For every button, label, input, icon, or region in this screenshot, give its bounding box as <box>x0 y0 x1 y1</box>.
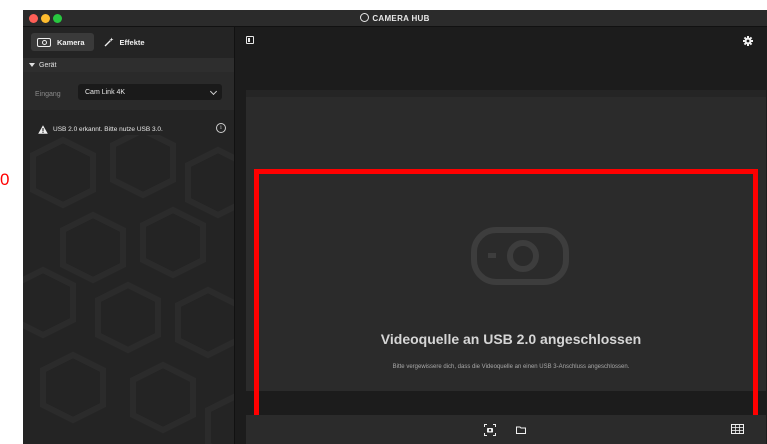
app-window: CAMERA HUB Kamera Effekte Gerät Eingang … <box>23 10 767 444</box>
tab-effekte[interactable]: Effekte <box>98 33 154 51</box>
camera-hub-logo-icon <box>360 13 370 22</box>
edge-text-fragment: 0 <box>0 170 10 189</box>
grid-icon[interactable] <box>731 424 744 434</box>
caret-down-icon <box>29 63 35 67</box>
main-area: Videoquelle an USB 2.0 angeschlossen Bit… <box>236 27 767 444</box>
warning-triangle-icon <box>38 124 48 134</box>
sidebar-toggle-icon[interactable] <box>246 36 254 44</box>
usb-warning-text: USB 2.0 erkannt. Bitte nutze USB 3.0. <box>53 125 163 133</box>
folder-icon[interactable] <box>516 426 526 434</box>
sidebar-background-pattern <box>23 135 234 444</box>
usb-warning: USB 2.0 erkannt. Bitte nutze USB 3.0. i <box>23 122 234 136</box>
section-geraet-label: Gerät <box>39 61 57 69</box>
input-source-row: Eingang Cam Link 4K <box>23 72 234 110</box>
sidebar: Kamera Effekte Gerät Eingang Cam Link 4K <box>23 27 235 444</box>
tab-effekte-label: Effekte <box>119 37 145 47</box>
sidebar-tabs: Kamera Effekte <box>31 33 154 51</box>
input-source-label: Eingang <box>35 91 61 98</box>
snapshot-icon[interactable] <box>484 424 496 436</box>
tab-kamera-label: Kamera <box>57 37 85 47</box>
tab-kamera[interactable]: Kamera <box>31 33 94 51</box>
preview-top-strip <box>246 90 766 97</box>
info-icon[interactable]: i <box>216 123 226 133</box>
camera-placeholder-icon <box>471 227 569 285</box>
title-bar: CAMERA HUB <box>23 10 767 27</box>
highlight-frame: Videoquelle an USB 2.0 angeschlossen Bit… <box>254 169 758 444</box>
gear-icon[interactable] <box>743 36 753 46</box>
window-title-text: CAMERA HUB <box>372 14 430 23</box>
preview-title: Videoquelle an USB 2.0 angeschlossen <box>380 331 642 347</box>
bottom-toolbar <box>246 415 766 444</box>
input-source-value: Cam Link 4K <box>85 88 126 96</box>
camera-icon <box>37 37 51 47</box>
window-title: CAMERA HUB <box>23 13 767 23</box>
magic-wand-icon <box>104 37 114 47</box>
chevron-down-icon <box>209 87 218 96</box>
input-source-select[interactable]: Cam Link 4K <box>78 84 222 100</box>
preview-subtitle: Bitte vergewissere dich, dass die Videoq… <box>392 364 630 370</box>
video-preview: Videoquelle an USB 2.0 angeschlossen Bit… <box>246 97 766 444</box>
section-geraet-header[interactable]: Gerät <box>23 58 234 72</box>
